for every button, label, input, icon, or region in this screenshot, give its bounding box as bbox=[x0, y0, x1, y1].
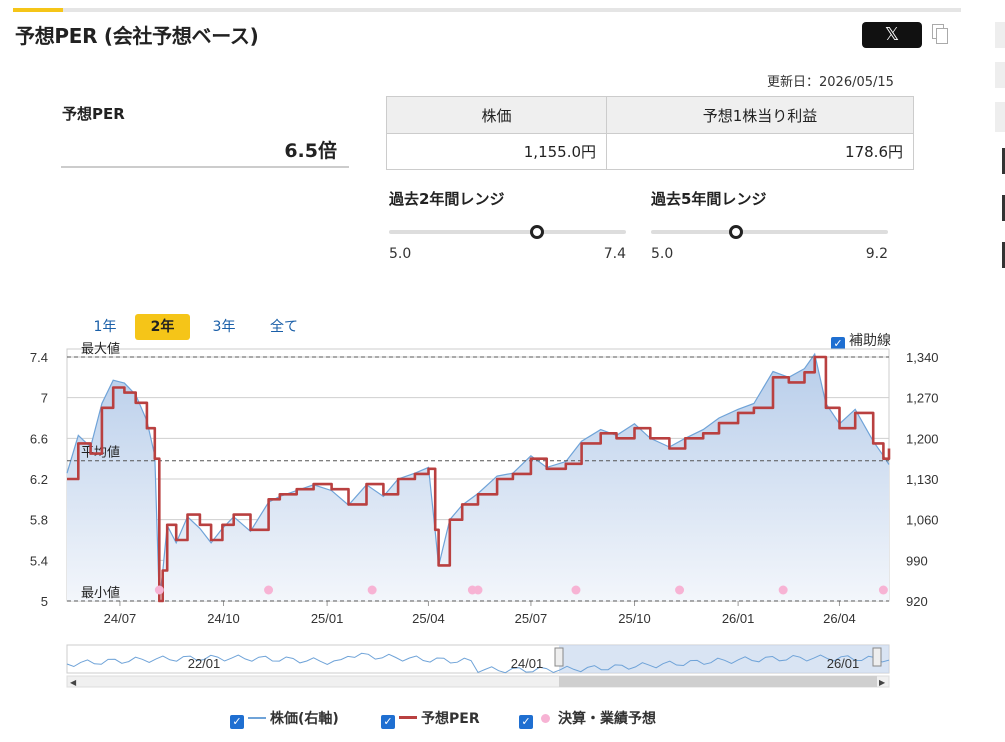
earnings-event-dot bbox=[367, 585, 377, 595]
y-tick-right: 1,200 bbox=[906, 431, 939, 446]
legend-earnings[interactable]: ✓ 決算・業績予想 bbox=[519, 708, 656, 729]
x-tick-label: 26/01 bbox=[722, 611, 755, 626]
earnings-event-dot bbox=[778, 585, 788, 595]
y-tick-right: 920 bbox=[906, 594, 928, 609]
earnings-event-dot bbox=[571, 585, 581, 595]
x-tick-label: 25/01 bbox=[311, 611, 344, 626]
legend-per-label: 予想PER bbox=[421, 711, 480, 727]
y-tick-left: 5.4 bbox=[30, 553, 48, 568]
y-tick-right: 1,060 bbox=[906, 513, 939, 528]
dot-swatch-icon bbox=[541, 714, 550, 723]
line-swatch-icon bbox=[399, 716, 417, 719]
x-tick-label: 24/10 bbox=[207, 611, 240, 626]
checkbox-icon[interactable]: ✓ bbox=[230, 715, 244, 729]
earnings-event-dot bbox=[878, 585, 888, 595]
earnings-event-dot bbox=[675, 585, 685, 595]
legend-earnings-label: 決算・業績予想 bbox=[558, 711, 656, 727]
reference-label: 最小値 bbox=[81, 585, 120, 601]
y-tick-left: 5 bbox=[41, 594, 48, 609]
scrollbar-thumb bbox=[559, 676, 877, 687]
navigator-handle-right bbox=[872, 647, 882, 667]
x-tick-label: 26/04 bbox=[823, 611, 856, 626]
navigator-label: 22/01 bbox=[188, 656, 221, 671]
y-tick-left: 7.4 bbox=[30, 350, 48, 365]
y-tick-left: 6.2 bbox=[30, 472, 48, 487]
x-tick-label: 25/07 bbox=[515, 611, 548, 626]
y-tick-right: 1,130 bbox=[906, 472, 939, 487]
legend-per[interactable]: ✓ 予想PER bbox=[381, 708, 480, 729]
scroll-left-icon: ◀ bbox=[70, 678, 77, 687]
earnings-event-dot bbox=[264, 585, 274, 595]
x-tick-label: 25/04 bbox=[412, 611, 445, 626]
y-tick-right: 1,270 bbox=[906, 391, 939, 406]
y-tick-right: 990 bbox=[906, 553, 928, 568]
earnings-event-dot bbox=[473, 585, 483, 595]
earnings-event-dot bbox=[154, 585, 164, 595]
checkbox-icon[interactable]: ✓ bbox=[381, 715, 395, 729]
line-swatch-icon bbox=[248, 717, 266, 719]
per-chart: 5 5.4 5.8 6.2 6.6 7 7.4 920 990 1,060 1,130 1,200 1,… bbox=[30, 341, 939, 688]
reference-label: 最大値 bbox=[81, 341, 120, 357]
y-tick-left: 7 bbox=[41, 391, 48, 406]
navigator-label: 24/01 bbox=[511, 656, 544, 671]
legend-price[interactable]: ✓ 株価(右軸) bbox=[230, 708, 339, 729]
y-tick-left: 6.6 bbox=[30, 431, 48, 446]
y-tick-left: 5.8 bbox=[30, 513, 48, 528]
legend-price-label: 株価(右軸) bbox=[270, 711, 339, 727]
y-tick-right: 1,340 bbox=[906, 350, 939, 365]
x-tick-label: 25/10 bbox=[618, 611, 651, 626]
x-tick-label: 24/07 bbox=[104, 611, 137, 626]
checkbox-icon[interactable]: ✓ bbox=[519, 715, 533, 729]
scroll-right-icon: ▶ bbox=[879, 678, 886, 687]
navigator-label: 26/01 bbox=[827, 656, 860, 671]
navigator-handle-left bbox=[554, 647, 564, 667]
